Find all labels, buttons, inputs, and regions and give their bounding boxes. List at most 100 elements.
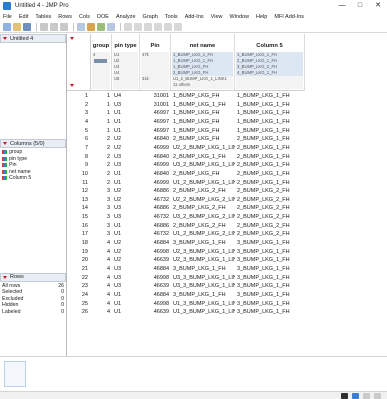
- column-header[interactable]: Column 5 1_BUMP_LKG_1_FH 2_BUMP_LKG_1_FH 3_…: [235, 34, 305, 91]
- table-cell[interactable]: 3_BUMP_LKG_1_FH: [237, 248, 305, 257]
- table-cell[interactable]: U3_3_BUMP_LKG_1_LINK2: [173, 282, 235, 291]
- menu-cols[interactable]: Cols: [79, 14, 90, 20]
- lasso-icon[interactable]: [144, 22, 152, 31]
- table-cell[interactable]: 46886: [140, 222, 171, 231]
- home-icon[interactable]: [107, 22, 115, 31]
- table-cell[interactable]: U1: [114, 300, 140, 309]
- table-cell[interactable]: U2_3_BUMP_LKG_1_LINK2: [173, 256, 235, 265]
- row-number[interactable]: 2: [67, 101, 91, 110]
- table-cell[interactable]: 46998: [140, 248, 171, 257]
- table-cell[interactable]: 46999: [140, 161, 171, 170]
- new-table-icon[interactable]: [3, 22, 11, 31]
- table-cell[interactable]: 1: [91, 109, 112, 118]
- table-cell[interactable]: 31001: [140, 92, 171, 101]
- close-button[interactable]: ✕: [369, 0, 387, 12]
- table-cell[interactable]: 46997: [140, 127, 171, 136]
- row-number[interactable]: 21: [67, 265, 91, 274]
- menu-tools[interactable]: Tools: [165, 14, 178, 20]
- table-cell[interactable]: 2_BUMP_LKG_1_FH: [237, 179, 305, 188]
- dropdown-icon[interactable]: [363, 393, 370, 399]
- table-cell[interactable]: U3: [114, 265, 140, 274]
- row-number[interactable]: 17: [67, 230, 91, 239]
- column-header[interactable]: group 4: [91, 34, 112, 91]
- column-header[interactable]: net name 1_BUMP_LKG_1_FH 1_BUMP_LKG_1_FH 1_…: [171, 34, 235, 91]
- open-icon[interactable]: [13, 22, 21, 31]
- columns-panel-header[interactable]: Columns (5/0): [0, 139, 66, 148]
- script-icon[interactable]: [97, 22, 105, 31]
- table-cell[interactable]: 2_BUMP_LKG_2_FH: [237, 222, 305, 231]
- minimize-button[interactable]: —: [333, 0, 351, 12]
- row-number[interactable]: 18: [67, 239, 91, 248]
- table-cell[interactable]: 3_BUMP_LKG_1_FH: [237, 274, 305, 283]
- table-cell[interactable]: 2_BUMP_LKG_1_FH: [237, 135, 305, 144]
- table-cell[interactable]: 4: [91, 265, 112, 274]
- table-cell[interactable]: U2: [114, 187, 140, 196]
- table-cell[interactable]: 3_BUMP_LKG_1_FH: [237, 256, 305, 265]
- table-cell[interactable]: U2: [114, 256, 140, 265]
- table-cell[interactable]: 3: [91, 196, 112, 205]
- table-cell[interactable]: 2_BUMP_LKG_1_FH: [237, 153, 305, 162]
- table-cell[interactable]: 2: [91, 179, 112, 188]
- annotate-icon[interactable]: [174, 22, 182, 31]
- table-cell[interactable]: U3: [114, 101, 140, 110]
- table-cell[interactable]: U2: [114, 135, 140, 144]
- table-cell[interactable]: 3: [91, 230, 112, 239]
- table-cell[interactable]: U1: [114, 118, 140, 127]
- table-cell[interactable]: 3_BUMP_LKG_1_FH: [237, 282, 305, 291]
- table-cell[interactable]: U1_3_BUMP_LKG_1_LINK1: [173, 300, 235, 309]
- arrow-icon[interactable]: [124, 22, 132, 31]
- table-cell[interactable]: U3_2_BUMP_LKG_2_LINK1: [173, 213, 235, 222]
- table-cell[interactable]: U1: [114, 230, 140, 239]
- table-cell[interactable]: 1_BUMP_LKG_1_FH: [237, 118, 305, 127]
- table-cell[interactable]: 46886: [140, 204, 171, 213]
- table-cell[interactable]: 46997: [140, 118, 171, 127]
- table-cell[interactable]: 46639: [140, 256, 171, 265]
- table-cell[interactable]: 46732: [140, 230, 171, 239]
- table-cell[interactable]: U1: [114, 109, 140, 118]
- menu-add-ins[interactable]: Add-Ins: [185, 14, 204, 20]
- table-cell[interactable]: 46884: [140, 291, 171, 300]
- table-cell[interactable]: U2: [114, 144, 140, 153]
- table-cell[interactable]: 46884: [140, 265, 171, 274]
- table-cell[interactable]: U1: [114, 222, 140, 231]
- table-cell[interactable]: 2_BUMP_LKG_2_FH: [237, 204, 305, 213]
- table-cell[interactable]: 4: [91, 291, 112, 300]
- rows-panel-header[interactable]: Rows: [0, 272, 66, 282]
- table-cell[interactable]: 1_BUMP_LKG_1_FH: [237, 92, 305, 101]
- paste-icon[interactable]: [60, 22, 68, 31]
- table-cell[interactable]: 2: [91, 153, 112, 162]
- table-cell[interactable]: 2_BUMP_LKG_2_FH: [173, 187, 235, 196]
- table-cell[interactable]: 3_BUMP_LKG_1_FH: [237, 308, 305, 317]
- row-number[interactable]: 10: [67, 170, 91, 179]
- table-cell[interactable]: 46732: [140, 196, 171, 205]
- table-cell[interactable]: U2_2_BUMP_LKG_1_LINK1: [173, 144, 235, 153]
- table-cell[interactable]: U3_2_BUMP_LKG_1_LINK1: [173, 161, 235, 170]
- table-cell[interactable]: 1_BUMP_LKG_1_FH: [237, 109, 305, 118]
- table-cell[interactable]: 4: [91, 308, 112, 317]
- save-icon[interactable]: [23, 22, 31, 31]
- table-cell[interactable]: U1: [114, 179, 140, 188]
- table-cell[interactable]: 46999: [140, 179, 171, 188]
- table-cell[interactable]: 1_BUMP_LKG_FH: [173, 92, 235, 101]
- table-cell[interactable]: 46732: [140, 213, 171, 222]
- row-number[interactable]: 13: [67, 196, 91, 205]
- magnifier-icon[interactable]: [164, 22, 172, 31]
- table-icon[interactable]: [87, 22, 95, 31]
- table-cell[interactable]: 1_BUMP_LKG_1_FH: [173, 101, 235, 110]
- table-cell[interactable]: 1: [91, 127, 112, 136]
- table-cell[interactable]: U1: [114, 170, 140, 179]
- copy-icon[interactable]: [50, 22, 58, 31]
- table-cell[interactable]: 1_BUMP_LKG_FH: [173, 127, 235, 136]
- table-cell[interactable]: U1: [114, 308, 140, 317]
- menu-analyze[interactable]: Analyze: [116, 14, 136, 20]
- row-number[interactable]: 6: [67, 135, 91, 144]
- table-cell[interactable]: 4: [91, 282, 112, 291]
- menu-tables[interactable]: Tables: [35, 14, 51, 20]
- table-cell[interactable]: U1_3_BUMP_LKG_1_LINK2: [173, 308, 235, 317]
- table-cell[interactable]: 1_BUMP_LKG_FH: [173, 109, 235, 118]
- table-cell[interactable]: U1_2_BUMP_LKG_2_LINK1: [173, 230, 235, 239]
- red-triangle-menu-icon[interactable]: [3, 142, 7, 145]
- table-cell[interactable]: 3_BUMP_LKG_1_FH: [173, 291, 235, 300]
- table-cell[interactable]: 46639: [140, 308, 171, 317]
- table-cell[interactable]: 3_BUMP_LKG_1_FH: [173, 265, 235, 274]
